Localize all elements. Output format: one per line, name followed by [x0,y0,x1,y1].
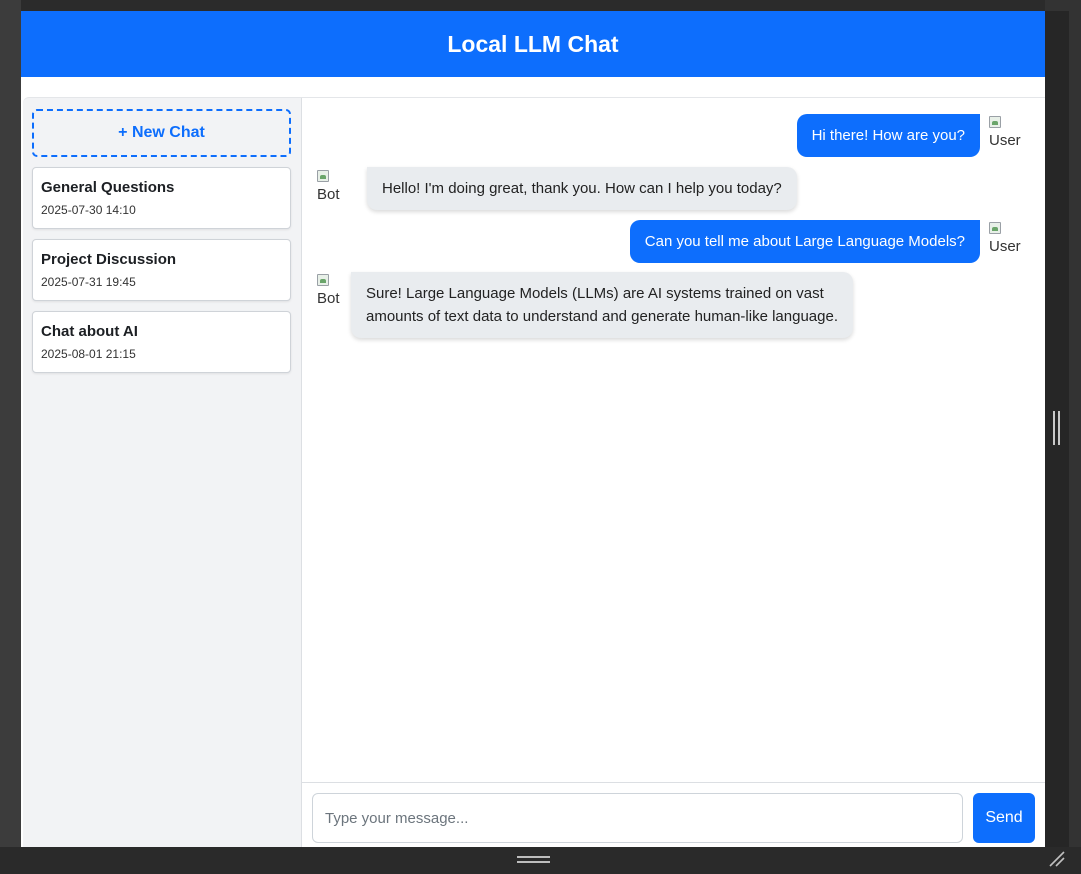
broken-image-icon [317,274,329,286]
chat-main-panel: Hi there! How are you? User Bot Hello! I… [302,97,1045,847]
resize-corner-icon[interactable] [1048,850,1066,868]
bot-message-bubble: Sure! Large Language Models (LLMs) are A… [351,272,853,338]
bot-avatar: Bot [317,168,351,208]
chat-timestamp: 2025-07-30 14:10 [41,203,136,217]
chat-title: General Questions [41,179,175,196]
chat-app: Local LLM Chat + New Chat General Questi… [21,11,1045,847]
message-input[interactable] [312,793,963,843]
user-message-bubble: Can you tell me about Large Language Mod… [629,220,980,263]
new-chat-button[interactable]: + New Chat [32,109,291,157]
window-frame-left [0,0,21,874]
app-title: Local LLM Chat [447,30,619,57]
window-frame-top [0,0,1081,11]
send-button[interactable]: Send [973,793,1035,843]
user-message-bubble: Hi there! How are you? [796,114,980,157]
composer-bar: Send [302,782,1045,847]
vertical-resize-grip-icon[interactable] [1053,411,1061,445]
chat-title: Project Discussion [41,251,177,268]
chat-sidebar: + New Chat General Questions 2025-07-30 … [23,97,302,847]
header-spacer [21,77,1045,97]
user-avatar: User [989,220,1023,260]
message-text: Can you tell me about Large Language Mod… [644,233,965,250]
broken-image-icon [317,170,329,182]
message-text: Hi there! How are you? [811,127,965,144]
chat-history-item[interactable]: Project Discussion 2025-07-31 19:45 [32,239,291,301]
avatar-alt-text: User [989,238,1021,255]
avatar-alt-text: Bot [317,290,340,307]
chat-title: Chat about AI [41,323,138,340]
avatar-alt-text: Bot [317,186,340,203]
chat-timestamp: 2025-07-31 19:45 [41,275,136,289]
chat-history-item[interactable]: General Questions 2025-07-30 14:10 [32,167,291,229]
new-chat-label: + New Chat [118,124,205,141]
app-header: Local LLM Chat [21,11,1045,77]
message-text-line: Sure! Large Language Models (LLMs) are A… [366,285,824,302]
chat-history-item[interactable]: Chat about AI 2025-08-01 21:15 [32,311,291,373]
bot-message-bubble: Hello! I'm doing great, thank you. How c… [367,167,797,210]
horizontal-resize-grip-icon[interactable] [517,856,550,864]
chat-history-list: General Questions 2025-07-30 14:10 Proje… [32,167,291,383]
message-list: Hi there! How are you? User Bot Hello! I… [302,98,1045,782]
avatar-alt-text: User [989,132,1021,149]
bot-avatar: Bot [317,272,351,312]
chat-timestamp: 2025-08-01 21:15 [41,347,136,361]
broken-image-icon [989,116,1001,128]
broken-image-icon [989,222,1001,234]
message-text: Hello! I'm doing great, thank you. How c… [382,180,782,197]
message-text-line: amounts of text data to understand and g… [366,308,838,325]
user-avatar: User [989,114,1023,154]
